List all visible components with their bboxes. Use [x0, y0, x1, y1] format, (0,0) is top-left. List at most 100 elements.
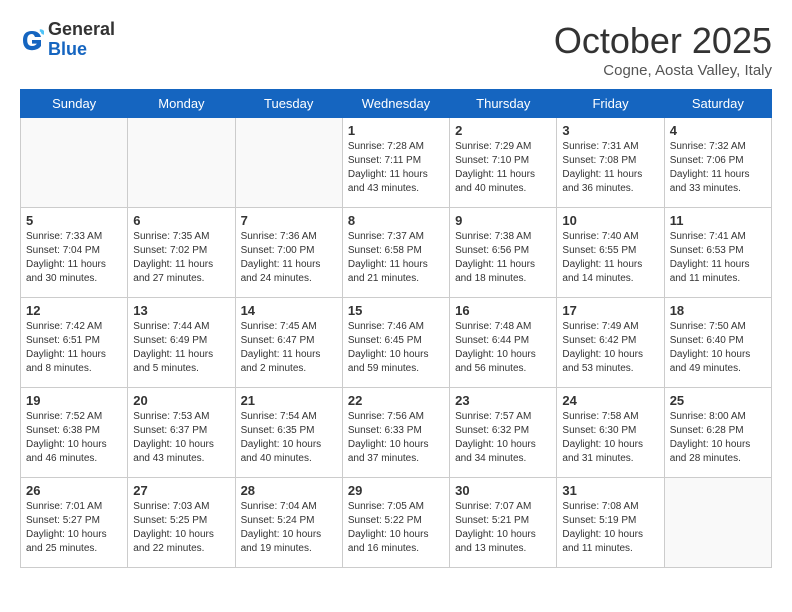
day-info: Sunrise: 7:32 AM Sunset: 7:06 PM Dayligh…	[670, 140, 766, 196]
day-number: 26	[26, 483, 122, 498]
day-info: Sunrise: 7:31 AM Sunset: 7:08 PM Dayligh…	[562, 140, 658, 196]
weekday-header-sunday: Sunday	[21, 90, 128, 118]
calendar-cell: 21Sunrise: 7:54 AM Sunset: 6:35 PM Dayli…	[235, 388, 342, 478]
calendar-cell: 27 Sunrise: 7:03 AM Sunset: 5:25 PM Dayli…	[128, 478, 235, 568]
calendar-cell: 11 Sunrise: 7:41 AM Sunset: 6:53 PM Dayli…	[664, 208, 771, 298]
day-info: Sunrise: 7:33 AM Sunset: 7:04 PM Dayligh…	[26, 230, 122, 286]
calendar-week-4: 19 Sunrise: 7:52 AM Sunset: 6:38 PM Dayli…	[21, 388, 772, 478]
day-number: 19	[26, 393, 122, 408]
calendar-cell: 25 Sunrise: 8:00 AM Sunset: 6:28 PM Dayli…	[664, 388, 771, 478]
day-info: Sunrise: 7:46 AM Sunset: 6:45 PM Dayligh…	[348, 320, 444, 376]
day-number: 9	[455, 213, 551, 228]
day-number: 6	[133, 213, 229, 228]
calendar-week-3: 12 Sunrise: 7:42 AM Sunset: 6:51 PM Dayli…	[21, 298, 772, 388]
logo-line1: General	[48, 20, 115, 40]
day-info: Sunrise: 7:36 AM Sunset: 7:00 PM Dayligh…	[241, 230, 337, 286]
day-number: 11	[670, 213, 766, 228]
page-header: General Blue October 2025 Cogne, Aosta V…	[20, 20, 772, 79]
day-number: 29	[348, 483, 444, 498]
location-subtitle: Cogne, Aosta Valley, Italy	[554, 62, 772, 79]
day-info: Sunrise: 7:28 AM Sunset: 7:11 PM Dayligh…	[348, 140, 444, 196]
day-number: 16	[455, 303, 551, 318]
calendar-cell: 9 Sunrise: 7:38 AM Sunset: 6:56 PM Daylig…	[450, 208, 557, 298]
day-number: 15	[348, 303, 444, 318]
day-number: 24	[562, 393, 658, 408]
calendar-cell: 12 Sunrise: 7:42 AM Sunset: 6:51 PM Dayli…	[21, 298, 128, 388]
day-info: Sunrise: 7:56 AM Sunset: 6:33 PM Dayligh…	[348, 410, 444, 466]
day-number: 2	[455, 123, 551, 138]
calendar-cell	[664, 478, 771, 568]
weekday-header-monday: Monday	[128, 90, 235, 118]
day-info: Sunrise: 7:42 AM Sunset: 6:51 PM Dayligh…	[26, 320, 122, 376]
day-number: 30	[455, 483, 551, 498]
calendar-cell: 4 Sunrise: 7:32 AM Sunset: 7:06 PM Daylig…	[664, 118, 771, 208]
day-number: 23	[455, 393, 551, 408]
day-info: Sunrise: 7:29 AM Sunset: 7:10 PM Dayligh…	[455, 140, 551, 196]
calendar-cell: 29Sunrise: 7:05 AM Sunset: 5:22 PM Dayli…	[342, 478, 449, 568]
weekday-header-friday: Friday	[557, 90, 664, 118]
logo-line2: Blue	[48, 40, 115, 60]
logo-text: General Blue	[48, 20, 115, 60]
day-number: 7	[241, 213, 337, 228]
calendar-cell: 5 Sunrise: 7:33 AM Sunset: 7:04 PM Daylig…	[21, 208, 128, 298]
day-info: Sunrise: 7:49 AM Sunset: 6:42 PM Dayligh…	[562, 320, 658, 376]
day-info: Sunrise: 7:04 AM Sunset: 5:24 PM Dayligh…	[241, 500, 337, 556]
day-number: 13	[133, 303, 229, 318]
calendar-week-2: 5 Sunrise: 7:33 AM Sunset: 7:04 PM Daylig…	[21, 208, 772, 298]
weekday-header-thursday: Thursday	[450, 90, 557, 118]
day-info: Sunrise: 7:37 AM Sunset: 6:58 PM Dayligh…	[348, 230, 444, 286]
calendar-cell: 22 Sunrise: 7:56 AM Sunset: 6:33 PM Dayli…	[342, 388, 449, 478]
day-number: 25	[670, 393, 766, 408]
day-number: 27	[133, 483, 229, 498]
day-number: 4	[670, 123, 766, 138]
day-info: Sunrise: 7:58 AM Sunset: 6:30 PM Dayligh…	[562, 410, 658, 466]
calendar-cell: 2 Sunrise: 7:29 AM Sunset: 7:10 PM Daylig…	[450, 118, 557, 208]
month-title: October 2025	[554, 20, 772, 62]
calendar-week-1: 1 Sunrise: 7:28 AM Sunset: 7:11 PM Daylig…	[21, 118, 772, 208]
calendar-cell: 30 Sunrise: 7:07 AM Sunset: 5:21 PM Dayli…	[450, 478, 557, 568]
day-number: 22	[348, 393, 444, 408]
day-info: Sunrise: 7:07 AM Sunset: 5:21 PM Dayligh…	[455, 500, 551, 556]
day-info: Sunrise: 7:48 AM Sunset: 6:44 PM Dayligh…	[455, 320, 551, 376]
weekday-header-wednesday: Wednesday	[342, 90, 449, 118]
calendar-cell: 14 Sunrise: 7:45 AM Sunset: 6:47 PM Dayli…	[235, 298, 342, 388]
day-info: Sunrise: 7:35 AM Sunset: 7:02 PM Dayligh…	[133, 230, 229, 286]
calendar-cell: 28 Sunrise: 7:04 AM Sunset: 5:24 PM Dayli…	[235, 478, 342, 568]
day-number: 18	[670, 303, 766, 318]
title-block: October 2025 Cogne, Aosta Valley, Italy	[554, 20, 772, 79]
weekday-header-saturday: Saturday	[664, 90, 771, 118]
day-info: Sunrise: 7:50 AM Sunset: 6:40 PM Dayligh…	[670, 320, 766, 376]
day-info: Sunrise: 7:41 AM Sunset: 6:53 PM Dayligh…	[670, 230, 766, 286]
calendar-cell: 23 Sunrise: 7:57 AM Sunset: 6:32 PM Dayli…	[450, 388, 557, 478]
day-number: 10	[562, 213, 658, 228]
day-info: Sunrise: 7:08 AM Sunset: 5:19 PM Dayligh…	[562, 500, 658, 556]
day-info: Sunrise: 7:01 AM Sunset: 5:27 PM Dayligh…	[26, 500, 122, 556]
day-info: Sunrise: 8:00 AM Sunset: 6:28 PM Dayligh…	[670, 410, 766, 466]
day-info: Sunrise: 7:52 AM Sunset: 6:38 PM Dayligh…	[26, 410, 122, 466]
weekday-header-row: SundayMondayTuesdayWednesdayThursdayFrid…	[21, 90, 772, 118]
day-number: 1	[348, 123, 444, 138]
calendar-cell: 26 Sunrise: 7:01 AM Sunset: 5:27 PM Dayli…	[21, 478, 128, 568]
calendar-cell: 17Sunrise: 7:49 AM Sunset: 6:42 PM Dayli…	[557, 298, 664, 388]
calendar-cell: 31Sunrise: 7:08 AM Sunset: 5:19 PM Dayli…	[557, 478, 664, 568]
calendar-cell: 20Sunrise: 7:53 AM Sunset: 6:37 PM Dayli…	[128, 388, 235, 478]
day-info: Sunrise: 7:57 AM Sunset: 6:32 PM Dayligh…	[455, 410, 551, 466]
day-number: 14	[241, 303, 337, 318]
day-info: Sunrise: 7:45 AM Sunset: 6:47 PM Dayligh…	[241, 320, 337, 376]
day-number: 12	[26, 303, 122, 318]
calendar-cell: 3 Sunrise: 7:31 AM Sunset: 7:08 PM Daylig…	[557, 118, 664, 208]
calendar-cell	[235, 118, 342, 208]
day-info: Sunrise: 7:38 AM Sunset: 6:56 PM Dayligh…	[455, 230, 551, 286]
day-info: Sunrise: 7:40 AM Sunset: 6:55 PM Dayligh…	[562, 230, 658, 286]
day-info: Sunrise: 7:03 AM Sunset: 5:25 PM Dayligh…	[133, 500, 229, 556]
calendar-table: SundayMondayTuesdayWednesdayThursdayFrid…	[20, 89, 772, 568]
logo: General Blue	[20, 20, 115, 60]
day-number: 28	[241, 483, 337, 498]
day-number: 3	[562, 123, 658, 138]
day-info: Sunrise: 7:44 AM Sunset: 6:49 PM Dayligh…	[133, 320, 229, 376]
calendar-cell: 18 Sunrise: 7:50 AM Sunset: 6:40 PM Dayli…	[664, 298, 771, 388]
calendar-cell: 6 Sunrise: 7:35 AM Sunset: 7:02 PM Daylig…	[128, 208, 235, 298]
calendar-cell: 10 Sunrise: 7:40 AM Sunset: 6:55 PM Dayli…	[557, 208, 664, 298]
day-number: 5	[26, 213, 122, 228]
calendar-cell: 1 Sunrise: 7:28 AM Sunset: 7:11 PM Daylig…	[342, 118, 449, 208]
